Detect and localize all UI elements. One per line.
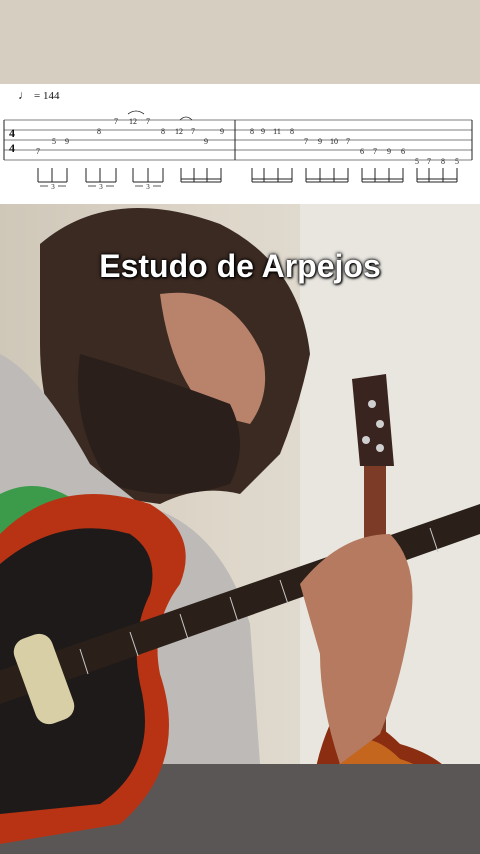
triplet-mark: 3	[146, 183, 150, 191]
fret-number: 12	[175, 127, 183, 136]
fret-number: 9	[261, 127, 265, 136]
slur-marks	[127, 110, 193, 121]
tablature-staff: 4 4 7 5 9 8 7 12 7 8 12 7 9 9 8 9 11 8 7…	[3, 110, 473, 191]
triplet-mark: 3	[51, 183, 55, 191]
fret-number: 5	[52, 137, 56, 146]
fret-number: 6	[360, 147, 364, 156]
triplet-mark: 3	[99, 183, 103, 191]
fret-number: 8	[161, 127, 165, 136]
fret-number: 7	[427, 157, 431, 166]
fret-number: 9	[220, 127, 224, 136]
fret-number: 8	[441, 157, 445, 166]
time-signature-top: 4	[9, 126, 15, 140]
fret-number: 6	[401, 147, 405, 156]
fret-number: 5	[415, 157, 419, 166]
fret-number: 9	[318, 137, 322, 146]
fret-number: 7	[191, 127, 195, 136]
scene-illustration	[0, 204, 480, 854]
fret-number: 9	[387, 147, 391, 156]
fret-number: 9	[65, 137, 69, 146]
fret-number: 9	[204, 137, 208, 146]
fret-number: 7	[146, 117, 150, 126]
time-signature-bottom: 4	[9, 141, 15, 155]
fret-number: 12	[129, 117, 137, 126]
top-background-band	[0, 0, 480, 84]
triplet-marks: 3 3 3	[51, 183, 150, 191]
video-caption: Estudo de Arpejos	[99, 248, 381, 284]
fret-number: 8	[250, 127, 254, 136]
fret-number: 8	[97, 127, 101, 136]
fret-number: 7	[304, 137, 308, 146]
fret-number: 11	[273, 127, 281, 136]
fret-number: 7	[346, 137, 350, 146]
fret-number: 5	[455, 157, 459, 166]
fret-number: 7	[36, 147, 40, 156]
fret-number: 7	[114, 117, 118, 126]
fret-number: 10	[330, 137, 338, 146]
fret-number: 7	[373, 147, 377, 156]
tablature-panel: ♩ = 144 4 4 7 5 9 8 7 12 7 8 12 7 9 9 8 …	[0, 84, 480, 204]
fret-number: 8	[290, 127, 294, 136]
video-frame	[0, 204, 480, 854]
